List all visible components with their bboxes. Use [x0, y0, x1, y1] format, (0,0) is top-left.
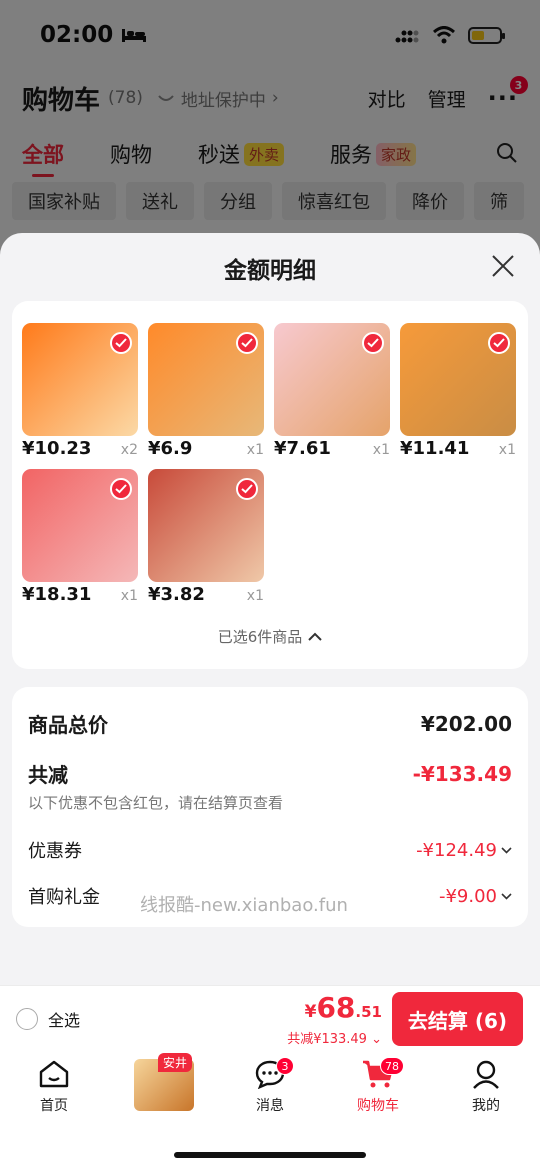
home-indicator [174, 1152, 366, 1158]
total-label: 商品总价 [28, 713, 108, 737]
chevron-down-icon: ⌄ [371, 1032, 382, 1047]
cart-badge: 78 [380, 1057, 404, 1075]
coupon-label: 优惠券 [28, 841, 82, 862]
product-image [148, 323, 264, 436]
product-price: ¥7.61 [274, 438, 331, 459]
product-item[interactable]: ¥6.9 x1 [148, 323, 264, 459]
tabbar-messages[interactable]: 消息 3 [230, 1057, 310, 1115]
total-savings-text: 共减¥133.49 [287, 1032, 367, 1047]
selected-count-toggle[interactable]: 已选6件商品 [12, 626, 528, 647]
product-item[interactable]: ¥7.61 x1 [274, 323, 390, 459]
discount-value: -¥133.49 [412, 761, 512, 786]
tabbar-label: 我的 [472, 1098, 500, 1114]
chevron-down-icon [501, 846, 512, 854]
discount-label: 共减 [28, 763, 68, 787]
tabbar-label: 消息 [256, 1098, 284, 1114]
checkmark-icon [236, 478, 258, 500]
checkmark-icon [488, 332, 510, 354]
product-item[interactable]: ¥11.41 x1 [400, 323, 516, 459]
product-price: ¥18.31 [22, 584, 92, 605]
total-price-decimal: .51 [355, 1003, 382, 1021]
watermark: 线报酷-new.xianbao.fun [140, 895, 348, 916]
home-icon [39, 1060, 69, 1088]
product-price: ¥11.41 [400, 438, 470, 459]
checkout-bar: 全选 ¥68.51 共减¥133.49 ⌄ 去结算 (6) [0, 985, 540, 1051]
gift-label: 首购礼金 [28, 887, 100, 908]
product-qty: x1 [498, 442, 516, 458]
product-item[interactable]: ¥18.31 x1 [22, 469, 138, 605]
product-image [22, 469, 138, 582]
total-price-integer: 68 [316, 991, 356, 1024]
sheet-title: 金额明细 [224, 258, 316, 284]
tabbar-cart[interactable]: 购物车 78 [338, 1057, 418, 1115]
chevron-down-icon [501, 892, 512, 900]
selected-count-label: 已选6件商品 [217, 628, 303, 646]
product-image [400, 323, 516, 436]
coupon-row[interactable]: 优惠券 -¥124.49 [28, 837, 512, 863]
tabbar-label: 购物车 [357, 1098, 399, 1114]
currency-symbol: ¥ [304, 1002, 317, 1022]
total-price-box: ¥68.51 共减¥133.49 ⌄ [287, 991, 382, 1048]
checkmark-icon [110, 478, 132, 500]
coupon-value: -¥124.49 [416, 839, 497, 861]
checkmark-icon [110, 332, 132, 354]
product-qty: x1 [246, 588, 264, 604]
select-all-label: 全选 [48, 1011, 81, 1030]
checkmark-icon [362, 332, 384, 354]
product-price: ¥10.23 [22, 438, 92, 459]
select-all-toggle[interactable]: 全选 [16, 1007, 80, 1031]
product-qty: x2 [120, 442, 138, 458]
messages-badge: 3 [276, 1057, 294, 1075]
product-item[interactable]: ¥3.82 x1 [148, 469, 264, 605]
checkout-button[interactable]: 去结算 (6) [392, 992, 523, 1046]
product-price: ¥3.82 [148, 584, 205, 605]
select-all-radio[interactable] [16, 1008, 38, 1030]
tabbar-label: 首页 [40, 1098, 68, 1114]
bottom-tabbar: 首页 安井 消息 3 购物车 78 我的 [0, 1051, 540, 1168]
total-savings[interactable]: 共减¥133.49 ⌄ [287, 1028, 382, 1047]
product-qty: x1 [120, 588, 138, 604]
promo-tag: 安井 [158, 1053, 193, 1072]
checkmark-icon [236, 332, 258, 354]
tabbar-home[interactable]: 首页 [14, 1059, 94, 1115]
gift-value: -¥9.00 [438, 885, 497, 907]
product-qty: x1 [372, 442, 390, 458]
close-icon[interactable] [490, 253, 516, 279]
product-image [22, 323, 138, 436]
product-item[interactable]: ¥10.23 x2 [22, 323, 138, 459]
product-qty: x1 [246, 442, 264, 458]
tabbar-mine[interactable]: 我的 [446, 1059, 526, 1115]
selected-products-card: ¥10.23 x2 ¥6.9 x1 ¥7.61 x1 ¥11.41 x1 ¥18.31 x… [12, 301, 528, 669]
chevron-up-icon [308, 632, 322, 641]
product-price: ¥6.9 [148, 438, 193, 459]
discount-note: 以下优惠不包含红包，请在结算页查看 [28, 794, 284, 812]
product-image [148, 469, 264, 582]
profile-icon [473, 1060, 499, 1089]
product-image [274, 323, 390, 436]
total-value: ¥202.00 [420, 711, 512, 736]
